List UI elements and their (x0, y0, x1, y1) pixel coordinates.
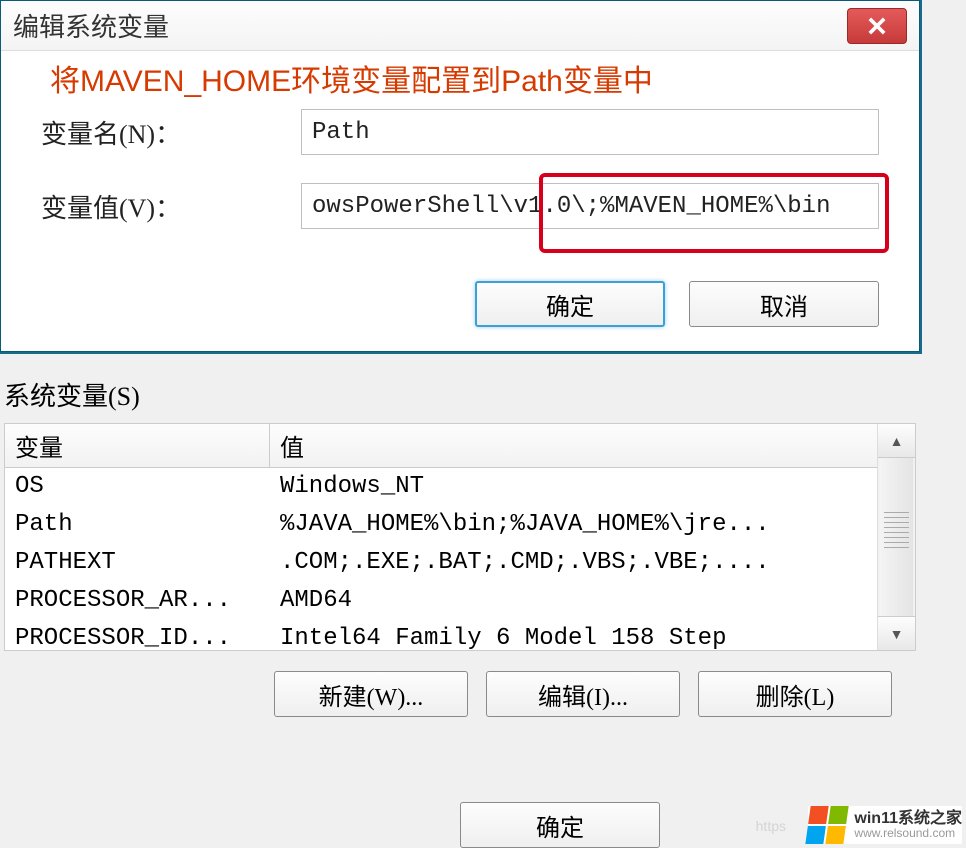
cell-variable: PATHEXT (5, 544, 270, 582)
close-icon (868, 17, 886, 35)
new-button[interactable]: 新建(W)... (274, 671, 468, 717)
close-button[interactable] (847, 8, 907, 44)
table-row[interactable]: PATHEXT.COM;.EXE;.BAT;.CMD;.VBS;.VBE;...… (5, 544, 877, 582)
ok-button[interactable]: 确定 (475, 281, 665, 327)
cell-variable: PROCESSOR_ID... (5, 620, 270, 650)
outer-ok-button[interactable]: 确定 (460, 802, 660, 848)
edit-button[interactable]: 编辑(I)... (486, 671, 680, 717)
scrollbar[interactable]: ▲ ▼ (877, 424, 915, 650)
cell-value: AMD64 (270, 582, 877, 620)
system-variables-table[interactable]: 变量 值 OSWindows_NTPath%JAVA_HOME%\bin;%JA… (5, 424, 877, 650)
cell-variable: OS (5, 468, 270, 506)
watermark: win11系统之家 www.relsound.com (808, 806, 962, 844)
scroll-down-button[interactable]: ▼ (878, 616, 915, 650)
titlebar: 编辑系统变量 (1, 1, 919, 51)
cell-variable: PROCESSOR_AR... (5, 582, 270, 620)
variable-value-label: 变量值(V)： (41, 188, 301, 225)
table-row[interactable]: PROCESSOR_ID...Intel64 Family 6 Model 15… (5, 620, 877, 650)
cell-variable: Path (5, 506, 270, 544)
watermark-url: www.relsound.com (854, 827, 962, 840)
table-row[interactable]: Path%JAVA_HOME%\bin;%JAVA_HOME%\jre... (5, 506, 877, 544)
delete-button[interactable]: 删除(L) (698, 671, 892, 717)
ghost-url-text: https (756, 818, 786, 834)
watermark-title: win11系统之家 (854, 810, 962, 828)
system-variables-section: 系统变量(S) 变量 值 OSWindows_NTPath%JAVA_HOME%… (0, 380, 920, 737)
cell-value: Intel64 Family 6 Model 158 Step (270, 620, 877, 650)
variable-value-input[interactable] (301, 183, 879, 229)
cell-value: Windows_NT (270, 468, 877, 506)
col-header-value[interactable]: 值 (270, 424, 877, 467)
cell-value: .COM;.EXE;.BAT;.CMD;.VBS;.VBE;.... (270, 544, 877, 582)
annotation-text: 将MAVEN_HOME环境变量配置到Path变量中 (50, 56, 653, 100)
windows-logo-icon (806, 806, 849, 844)
col-header-variable[interactable]: 变量 (5, 424, 270, 467)
edit-system-variable-dialog: 编辑系统变量 将MAVEN_HOME环境变量配置到Path变量中 变量名(N)：… (0, 0, 920, 352)
dialog-title: 编辑系统变量 (13, 7, 169, 44)
table-row[interactable]: OSWindows_NT (5, 468, 877, 506)
scroll-thumb[interactable] (880, 458, 913, 616)
scroll-up-button[interactable]: ▲ (878, 424, 915, 458)
table-row[interactable]: PROCESSOR_AR...AMD64 (5, 582, 877, 620)
cell-value: %JAVA_HOME%\bin;%JAVA_HOME%\jre... (270, 506, 877, 544)
variable-name-label: 变量名(N)： (41, 114, 301, 151)
variable-name-input[interactable] (301, 109, 879, 155)
system-variables-legend: 系统变量(S) (4, 376, 916, 413)
cancel-button[interactable]: 取消 (689, 281, 879, 327)
